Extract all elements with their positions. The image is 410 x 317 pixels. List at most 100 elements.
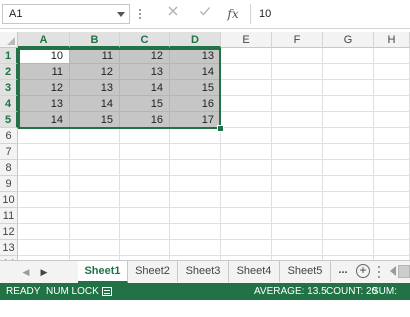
cell-c10[interactable] <box>120 192 170 208</box>
cell-h6[interactable] <box>374 128 410 144</box>
cell-f4[interactable] <box>272 96 323 112</box>
cell-f11[interactable] <box>272 208 323 224</box>
row-header-6[interactable]: 6 <box>0 128 18 144</box>
cell-c9[interactable] <box>120 176 170 192</box>
cell-h7[interactable] <box>374 144 410 160</box>
cell-c4[interactable]: 15 <box>120 96 170 112</box>
cell-a8[interactable] <box>18 160 70 176</box>
row-header-10[interactable]: 10 <box>0 192 18 208</box>
cell-b4[interactable]: 14 <box>70 96 120 112</box>
row-header-1[interactable]: 1 <box>0 48 18 64</box>
cell-e12[interactable] <box>221 224 272 240</box>
column-header-e[interactable]: E <box>221 32 272 48</box>
cell-a10[interactable] <box>18 192 70 208</box>
cell-b5[interactable]: 15 <box>70 112 120 128</box>
cell-c2[interactable]: 13 <box>120 64 170 80</box>
cell-g1[interactable] <box>323 48 374 64</box>
close-icon[interactable] <box>162 5 184 23</box>
cell-b9[interactable] <box>70 176 120 192</box>
scroll-left-icon[interactable] <box>390 266 396 276</box>
cell-c7[interactable] <box>120 144 170 160</box>
select-all-button[interactable] <box>0 32 18 48</box>
cell-d10[interactable] <box>170 192 221 208</box>
check-icon[interactable] <box>194 5 216 23</box>
cell-c12[interactable] <box>120 224 170 240</box>
add-sheet-button[interactable]: + <box>356 264 370 278</box>
more-sheets-button[interactable]: ... <box>335 261 351 282</box>
chevron-down-icon[interactable] <box>117 12 125 17</box>
cell-a5[interactable]: 14 <box>18 112 70 128</box>
row-header-9[interactable]: 9 <box>0 176 18 192</box>
cell-a13[interactable] <box>18 240 70 256</box>
cell-a4[interactable]: 13 <box>18 96 70 112</box>
cell-d4[interactable]: 16 <box>170 96 221 112</box>
cell-b3[interactable]: 13 <box>70 80 120 96</box>
tab-sheet4[interactable]: Sheet4 <box>229 261 280 282</box>
cell-g5[interactable] <box>323 112 374 128</box>
cell-h8[interactable] <box>374 160 410 176</box>
cell-f10[interactable] <box>272 192 323 208</box>
tab-sheet2[interactable]: Sheet2 <box>128 261 178 282</box>
cell-e1[interactable] <box>221 48 272 64</box>
cell-e7[interactable] <box>221 144 272 160</box>
scroll-tabs-right-icon[interactable]: ▶ <box>38 265 50 279</box>
cell-f7[interactable] <box>272 144 323 160</box>
cell-g12[interactable] <box>323 224 374 240</box>
cell-h2[interactable] <box>374 64 410 80</box>
row-header-3[interactable]: 3 <box>0 80 18 96</box>
cell-g11[interactable] <box>323 208 374 224</box>
cell-f3[interactable] <box>272 80 323 96</box>
cell-c11[interactable] <box>120 208 170 224</box>
cell-f1[interactable] <box>272 48 323 64</box>
cell-b1[interactable]: 11 <box>70 48 120 64</box>
cell-a9[interactable] <box>18 176 70 192</box>
cell-f12[interactable] <box>272 224 323 240</box>
cell-d5[interactable]: 17 <box>170 112 221 128</box>
cell-a6[interactable] <box>18 128 70 144</box>
cell-g9[interactable] <box>323 176 374 192</box>
row-header-12[interactable]: 12 <box>0 224 18 240</box>
cell-e9[interactable] <box>221 176 272 192</box>
cell-c3[interactable]: 14 <box>120 80 170 96</box>
row-header-13[interactable]: 13 <box>0 240 18 256</box>
cell-g13[interactable] <box>323 240 374 256</box>
fill-handle[interactable] <box>217 125 224 132</box>
cell-d9[interactable] <box>170 176 221 192</box>
cell-f9[interactable] <box>272 176 323 192</box>
cell-h5[interactable] <box>374 112 410 128</box>
cell-g10[interactable] <box>323 192 374 208</box>
cell-a1[interactable]: 10 <box>18 48 70 64</box>
fx-icon[interactable]: fx <box>222 5 244 23</box>
cell-d3[interactable]: 15 <box>170 80 221 96</box>
column-header-b[interactable]: B <box>70 32 120 48</box>
row-header-2[interactable]: 2 <box>0 64 18 80</box>
cell-h9[interactable] <box>374 176 410 192</box>
cell-d1[interactable]: 13 <box>170 48 221 64</box>
cell-c6[interactable] <box>120 128 170 144</box>
cell-f8[interactable] <box>272 160 323 176</box>
cell-g4[interactable] <box>323 96 374 112</box>
cell-h1[interactable] <box>374 48 410 64</box>
cell-c1[interactable]: 12 <box>120 48 170 64</box>
cell-g6[interactable] <box>323 128 374 144</box>
cell-g7[interactable] <box>323 144 374 160</box>
cell-b11[interactable] <box>70 208 120 224</box>
cell-e10[interactable] <box>221 192 272 208</box>
cell-d2[interactable]: 14 <box>170 64 221 80</box>
cell-a2[interactable]: 11 <box>18 64 70 80</box>
cell-c5[interactable]: 16 <box>120 112 170 128</box>
cell-e11[interactable] <box>221 208 272 224</box>
cell-h12[interactable] <box>374 224 410 240</box>
cell-h13[interactable] <box>374 240 410 256</box>
cell-f13[interactable] <box>272 240 323 256</box>
cell-b2[interactable]: 12 <box>70 64 120 80</box>
column-header-d[interactable]: D <box>170 32 221 48</box>
cell-d8[interactable] <box>170 160 221 176</box>
cell-a7[interactable] <box>18 144 70 160</box>
cell-c8[interactable] <box>120 160 170 176</box>
cell-b12[interactable] <box>70 224 120 240</box>
cell-g3[interactable] <box>323 80 374 96</box>
cell-h11[interactable] <box>374 208 410 224</box>
row-header-4[interactable]: 4 <box>0 96 18 112</box>
cell-e3[interactable] <box>221 80 272 96</box>
